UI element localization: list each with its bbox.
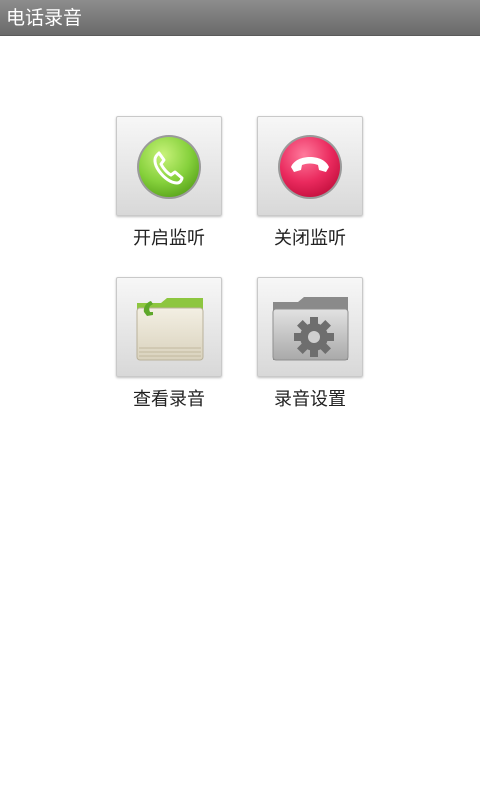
stop-monitoring-button[interactable]: [257, 116, 363, 216]
stop-monitoring-label: 关闭监听: [274, 228, 346, 249]
gear-icon: [294, 317, 334, 357]
view-recordings-button[interactable]: [116, 277, 222, 377]
menu-grid: 开启监听 关闭监听 查看录音 录音设置: [0, 0, 480, 800]
view-recordings-label: 查看录音: [133, 389, 205, 410]
recordings-folder-icon: [136, 298, 204, 361]
settings-folder-icon: [272, 297, 349, 361]
phone-hangup-icon: [278, 135, 342, 199]
start-monitoring-button[interactable]: [116, 116, 222, 216]
recording-settings-button[interactable]: [257, 277, 363, 377]
recording-settings-label: 录音设置: [274, 389, 346, 410]
phone-answer-icon: [137, 135, 201, 199]
start-monitoring-label: 开启监听: [133, 228, 205, 249]
